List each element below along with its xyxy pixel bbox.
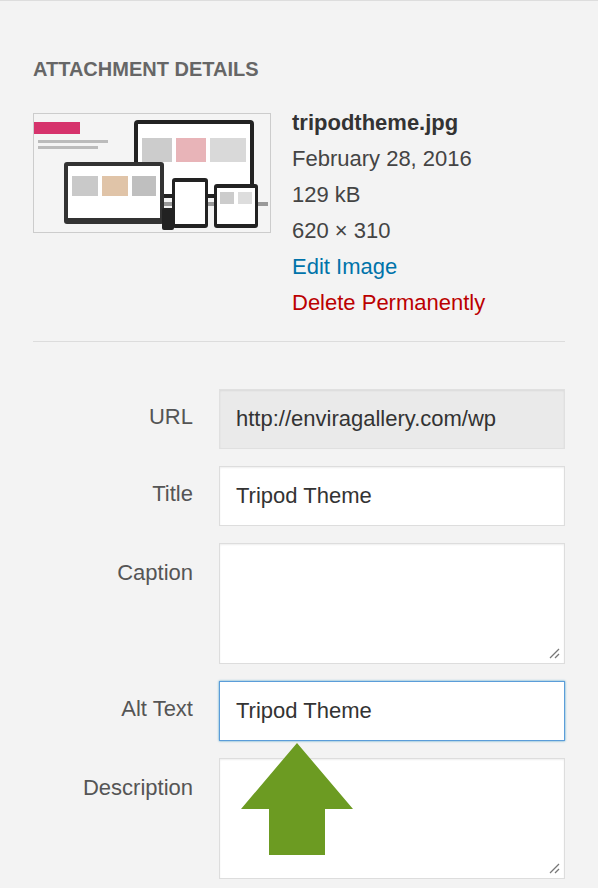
file-info: tripodtheme.jpgFebruary 28, 2016129 kB62… <box>292 105 485 321</box>
resize-grip-icon[interactable] <box>548 862 560 874</box>
file-dimensions: 620 × 310 <box>292 213 485 249</box>
field-label: Caption <box>33 543 193 664</box>
edit-image-link[interactable]: Edit Image <box>292 249 485 285</box>
annotation-arrow-icon <box>241 743 353 855</box>
field-label: URL <box>33 389 193 449</box>
field-label: Title <box>33 466 193 526</box>
field-label: Description <box>33 758 193 879</box>
file-name: tripodtheme.jpg <box>292 105 485 141</box>
text-field[interactable]: Tripod Theme <box>219 681 565 741</box>
text-field[interactable]: Tripod Theme <box>219 466 565 526</box>
textarea-field[interactable] <box>219 543 565 664</box>
attachment-fields: URL http://enviragallery.com/wp Title Tripo… <box>33 389 565 879</box>
attachment-details-panel: ATTACHMENT DETAILS tripodtheme.jpgFebruar… <box>0 0 598 888</box>
theme-preview-icon <box>34 114 270 232</box>
delete-permanently-link[interactable]: Delete Permanently <box>292 285 485 321</box>
field-cell: Tripod Theme <box>219 466 565 526</box>
text-field[interactable]: http://enviragallery.com/wp <box>219 389 565 449</box>
file-size: 129 kB <box>292 177 485 213</box>
field-cell <box>219 543 565 664</box>
image-thumbnail <box>33 113 271 233</box>
resize-grip-icon[interactable] <box>548 647 560 659</box>
field-cell: http://enviragallery.com/wp <box>219 389 565 449</box>
field-cell: Tripod Theme <box>219 681 565 741</box>
file-details: tripodtheme.jpgFebruary 28, 2016129 kB62… <box>33 113 565 321</box>
panel-title: ATTACHMENT DETAILS <box>33 55 565 83</box>
separator <box>33 341 565 342</box>
file-date: February 28, 2016 <box>292 141 485 177</box>
field-label: Alt Text <box>33 681 193 741</box>
